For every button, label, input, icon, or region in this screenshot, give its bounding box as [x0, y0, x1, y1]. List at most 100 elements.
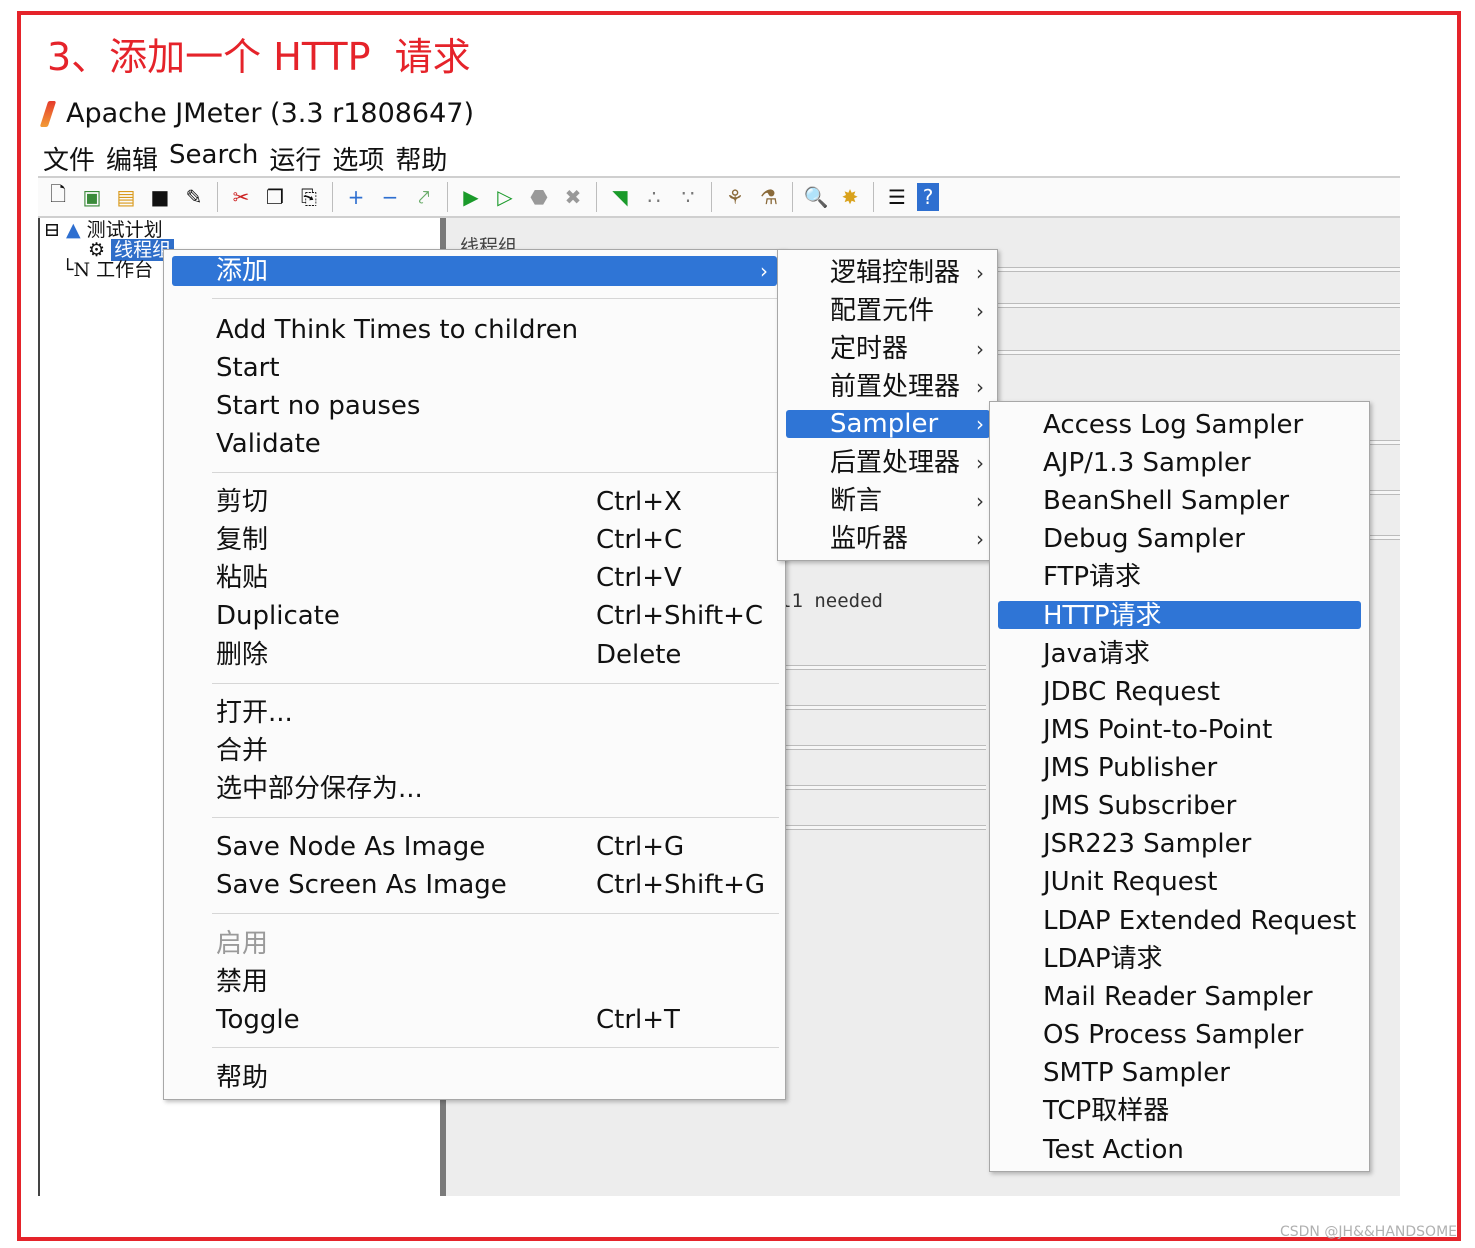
menu-item-cut[interactable]: 剪切 Ctrl+X — [216, 483, 776, 521]
toolbar-separator — [447, 182, 448, 212]
form-divider — [786, 745, 986, 750]
sampler-item-ldap[interactable]: LDAP请求 — [1043, 940, 1163, 978]
submenu-item-config-element[interactable]: 配置元件 › — [830, 292, 992, 330]
form-divider — [1370, 535, 1400, 540]
sampler-item-ldap-extended[interactable]: LDAP Extended Request — [1043, 902, 1356, 940]
menu-item-save-selection-as[interactable]: 选中部分保存为... — [216, 770, 423, 808]
tree-node-thread-group[interactable]: ⚙ 线程组 — [44, 239, 175, 261]
search-icon[interactable]: 🔍 — [802, 183, 830, 211]
sampler-item-beanshell[interactable]: BeanShell Sampler — [1043, 482, 1289, 520]
stop-icon[interactable]: ⬣ — [525, 183, 553, 211]
expand-icon[interactable]: + — [342, 183, 370, 211]
menu-options[interactable]: 选项 — [332, 140, 384, 177]
menu-item-save-screen-as-image[interactable]: Save Screen As Image Ctrl+Shift+G — [216, 866, 776, 904]
sampler-item-test-action[interactable]: Test Action — [1043, 1131, 1184, 1169]
sampler-submenu: Access Log Sampler AJP/1.3 Sampler BeanS… — [989, 401, 1370, 1172]
menu-separator — [212, 1047, 779, 1048]
sampler-item-jdbc[interactable]: JDBC Request — [1043, 673, 1220, 711]
new-icon[interactable]: 🗋 — [44, 182, 72, 211]
remote-stop-icon[interactable]: ∴ — [640, 183, 668, 211]
menu-item-validate[interactable]: Validate — [216, 425, 321, 463]
menu-item-open[interactable]: 打开... — [216, 694, 293, 732]
paste-icon[interactable]: ⎘ — [295, 183, 323, 211]
submenu-item-post-processor[interactable]: 后置处理器 › — [830, 444, 992, 482]
menu-item-delete[interactable]: 删除 Delete — [216, 636, 776, 674]
submenu-item-logic-controller[interactable]: 逻辑控制器 › — [830, 254, 992, 292]
menu-item-save-node-as-image[interactable]: Save Node As Image Ctrl+G — [216, 828, 776, 866]
menu-item-label: 添加 — [216, 256, 269, 286]
menu-item-paste[interactable]: 粘贴 Ctrl+V — [216, 559, 776, 597]
tree-node-test-plan[interactable]: ⊟ ▲ 测试计划 — [44, 220, 174, 240]
submenu-item-pre-processor[interactable]: 前置处理器 › — [830, 368, 992, 406]
sampler-item-jms-p2p[interactable]: JMS Point-to-Point — [1043, 711, 1272, 749]
menu-item-add-think-times[interactable]: Add Think Times to children — [216, 311, 578, 349]
app-title: Apache JMeter (3.3 r1808647) — [66, 98, 474, 129]
collapse-icon[interactable]: − — [376, 183, 404, 211]
start-icon[interactable]: ▶ — [457, 183, 485, 211]
menu-file[interactable]: 文件 — [43, 140, 95, 177]
menu-item-enable: 启用 — [216, 929, 269, 959]
sampler-item-jms-subscriber[interactable]: JMS Subscriber — [1043, 787, 1236, 825]
menu-separator — [212, 298, 779, 299]
sampler-item-jsr223[interactable]: JSR223 Sampler — [1043, 825, 1251, 863]
submenu-arrow-icon: › — [976, 451, 984, 475]
shutdown-icon[interactable]: ✖ — [559, 183, 587, 211]
form-divider — [786, 705, 986, 710]
toolbar: 🗋 ▣ ▤ ■ ✎ ✂ ❐ ⎘ + − ⤤ ▶ ▷ ⬣ ✖ ◥ ∴ ∵ ⚘ ⚗ … — [38, 176, 1400, 218]
open-icon[interactable]: ▤ — [112, 183, 140, 211]
remote-start-icon[interactable]: ◥ — [606, 183, 634, 211]
menu-item-start[interactable]: Start — [216, 349, 280, 387]
menu-item-duplicate[interactable]: Duplicate Ctrl+Shift+C — [216, 597, 776, 635]
watermark-credit: CSDN @JH&&HANDSOME — [1279, 1224, 1457, 1240]
toolbar-separator — [873, 182, 874, 212]
reset-search-icon[interactable]: ✸ — [836, 183, 864, 211]
toggle-icon[interactable]: ⤤ — [410, 183, 438, 211]
sampler-item-java[interactable]: Java请求 — [1043, 635, 1150, 673]
sampler-item-tcp[interactable]: TCP取样器 — [1043, 1092, 1169, 1130]
sampler-item-os-process[interactable]: OS Process Sampler — [1043, 1016, 1303, 1054]
remote-shutdown-icon[interactable]: ∵ — [674, 183, 702, 211]
menu-run[interactable]: 运行 — [269, 140, 321, 177]
menu-item-help[interactable]: 帮助 — [216, 1059, 268, 1097]
menu-item-start-no-pauses[interactable]: Start no pauses — [216, 387, 420, 425]
sampler-item-smtp[interactable]: SMTP Sampler — [1043, 1054, 1230, 1092]
function-helper-icon[interactable]: ☰ — [883, 183, 911, 211]
templates-icon[interactable]: ▣ — [78, 183, 106, 211]
submenu-arrow-icon: › — [976, 261, 984, 285]
partial-text: l1 needed — [780, 590, 883, 612]
tree-label: 测试计划 — [86, 219, 163, 241]
menu-search[interactable]: Search — [169, 140, 258, 177]
menu-item-merge[interactable]: 合并 — [216, 732, 268, 770]
sampler-item-access-log[interactable]: Access Log Sampler — [1043, 406, 1303, 444]
clear-all-icon[interactable]: ⚗ — [755, 183, 783, 211]
form-divider — [786, 785, 986, 790]
sampler-item-ajp[interactable]: AJP/1.3 Sampler — [1043, 444, 1251, 482]
save-icon[interactable]: ■ — [146, 183, 174, 211]
tree-node-workbench[interactable]: └N 工作台 — [44, 260, 174, 280]
cut-icon[interactable]: ✂ — [227, 183, 255, 211]
sampler-item-junit[interactable]: JUnit Request — [1043, 863, 1217, 901]
menu-item-toggle[interactable]: Toggle Ctrl+T — [216, 1001, 776, 1039]
submenu-item-sampler[interactable]: Sampler › — [830, 405, 992, 443]
sampler-item-ftp[interactable]: FTP请求 — [1043, 558, 1141, 596]
menu-item-disable[interactable]: 禁用 — [216, 963, 776, 1001]
sampler-item-debug[interactable]: Debug Sampler — [1043, 520, 1245, 558]
sampler-item-mail-reader[interactable]: Mail Reader Sampler — [1043, 978, 1313, 1016]
menu-separator — [212, 913, 779, 914]
menu-help[interactable]: 帮助 — [395, 140, 447, 177]
save-as-icon[interactable]: ✎ — [180, 183, 208, 211]
menu-item-add[interactable]: 添加 › — [216, 252, 776, 290]
submenu-item-timer[interactable]: 定时器 › — [830, 330, 992, 368]
sampler-item-http[interactable]: HTTP请求 — [1043, 597, 1162, 635]
menu-edit[interactable]: 编辑 — [106, 140, 158, 177]
copy-icon[interactable]: ❐ — [261, 183, 289, 211]
page-heading: 3、添加一个 HTTP 请求 — [47, 35, 471, 79]
submenu-item-assertion[interactable]: 断言 › — [830, 482, 992, 520]
submenu-item-listener[interactable]: 监听器 › — [830, 520, 992, 558]
help-icon[interactable]: ? — [917, 183, 939, 211]
clear-icon[interactable]: ⚘ — [721, 183, 749, 211]
menu-item-copy[interactable]: 复制 Ctrl+C — [216, 521, 776, 559]
start-no-pause-icon[interactable]: ▷ — [491, 183, 519, 211]
toolbar-separator — [792, 182, 793, 212]
sampler-item-jms-publisher[interactable]: JMS Publisher — [1043, 749, 1217, 787]
